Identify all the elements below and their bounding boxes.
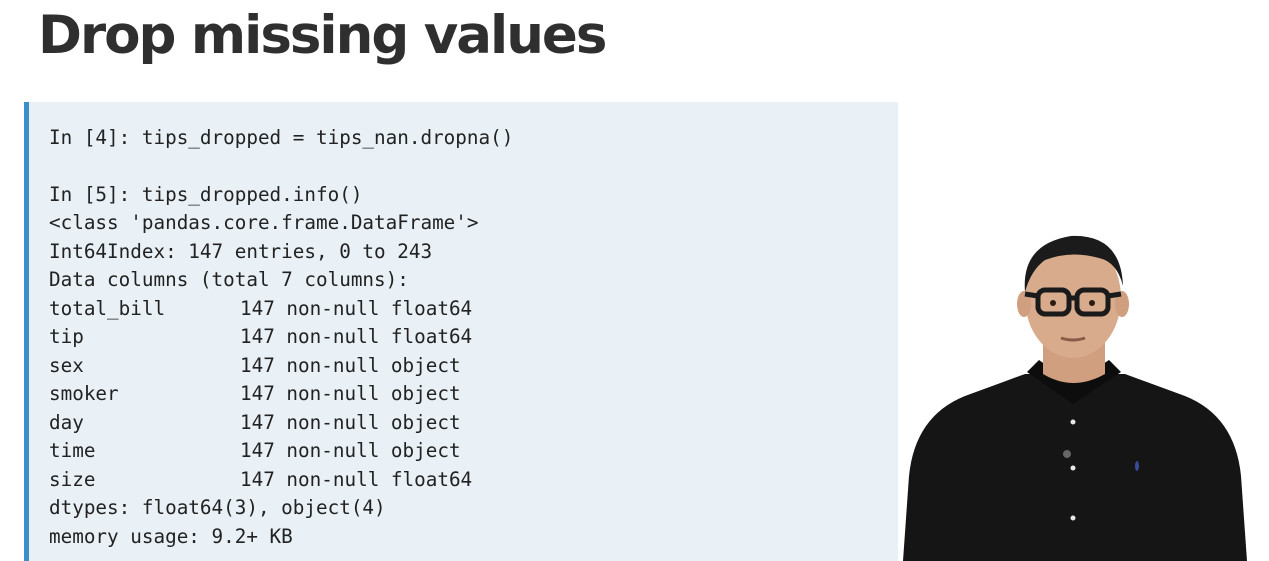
column-row: total_bill 147 non-null float64 (49, 295, 513, 324)
column-row: day 147 non-null object (49, 409, 513, 438)
column-info: 147 non-null object (240, 353, 461, 377)
column-info: 147 non-null object (240, 439, 461, 462)
column-info: 147 non-null object (240, 410, 461, 434)
microphone-icon (1063, 450, 1071, 458)
code-line-dropna: In [4]: tips_dropped = tips_nan.dropna() (49, 126, 514, 149)
column-name: total_bill (49, 296, 166, 320)
slide-title: Drop missing values (38, 5, 607, 66)
column-info: 147 non-null float64 (240, 296, 473, 320)
column-name: smoker (49, 382, 119, 405)
column-row: time 147 non-null object (49, 437, 513, 466)
column-name: sex (49, 353, 84, 377)
shirt-logo-icon (1135, 461, 1139, 471)
code-line-index: Int64Index: 147 entries, 0 to 243 (49, 239, 433, 263)
column-name: time (49, 439, 96, 462)
column-row: sex 147 non-null object (49, 352, 513, 381)
code-line-info-call: In [5]: tips_dropped.info() (49, 182, 363, 206)
code-block: In [4]: tips_dropped = tips_nan.dropna()… (24, 102, 898, 561)
column-name: tip (49, 325, 84, 348)
column-name: day (49, 410, 84, 434)
code-line-data-columns: Data columns (total 7 columns): (49, 268, 409, 291)
code-line-memory: memory usage: 9.2+ KB (49, 524, 293, 548)
code-line-class: <class 'pandas.core.frame.DataFrame'> (49, 211, 479, 234)
slide: Drop missing values In [4]: tips_dropped… (0, 0, 1269, 561)
column-name: size (49, 467, 96, 491)
column-info: 147 non-null object (240, 382, 461, 405)
column-row: tip 147 non-null float64 (49, 323, 513, 352)
column-info: 147 non-null float64 (240, 325, 473, 348)
column-info: 147 non-null float64 (240, 467, 473, 491)
column-row: size 147 non-null float64 (49, 466, 513, 495)
code-lines: In [4]: tips_dropped = tips_nan.dropna()… (49, 124, 513, 551)
column-row: smoker 147 non-null object (49, 380, 513, 409)
presenter-figure (903, 235, 1247, 561)
code-line-dtypes: dtypes: float64(3), object(4) (49, 496, 386, 519)
